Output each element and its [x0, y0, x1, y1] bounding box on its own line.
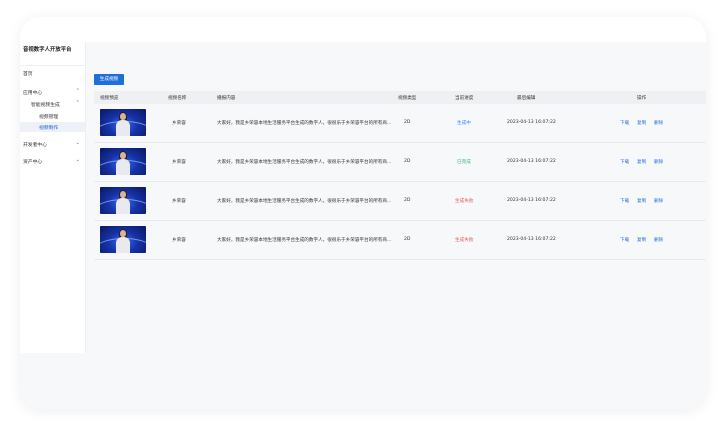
chevron-down-icon: ⌄: [75, 157, 80, 163]
chevron-up-icon: ⌃: [75, 100, 80, 106]
table-row: 乡荣容 大家好，我是乡荣容本地生活服务平台生成的数字人，很很乐于乡荣容平台的所有…: [94, 143, 706, 182]
sidebar-item-developer-center[interactable]: 开发者中心 ⌄: [20, 139, 85, 149]
delete-button[interactable]: 删除: [654, 237, 663, 243]
column-header-actions: 操作: [637, 96, 647, 101]
sidebar-item-label: 应用中心: [23, 91, 43, 96]
column-header-type: 视频类型: [398, 96, 417, 101]
column-header-edited: 最后编辑: [517, 96, 536, 101]
top-bar: [20, 17, 706, 42]
copy-button[interactable]: 复制: [637, 159, 646, 165]
status-badge: 已完成: [457, 160, 471, 165]
sidebar-item-label: 首页: [23, 72, 33, 77]
sidebar-item-asset-center[interactable]: 资产中心 ⌄: [20, 156, 85, 166]
download-button[interactable]: 下载: [620, 198, 629, 204]
edited-time: 2023-04-13 16:07:22: [507, 159, 556, 164]
delete-button[interactable]: 删除: [654, 120, 663, 126]
sidebar-item-label: 智能视频生成: [31, 103, 60, 108]
download-button[interactable]: 下载: [620, 120, 629, 126]
video-name: 乡荣容: [172, 121, 186, 126]
table-row: 乡荣容 大家好，我是乡荣容本地生活服务平台生成的数字人，很很乐于乡荣容平台的所有…: [94, 221, 706, 260]
video-content: 大家好，我是乡荣容本地生活服务平台生成的数字人，很很乐于乡荣容平台的所有商...: [217, 121, 392, 126]
video-type: 2D: [404, 159, 411, 164]
column-header-progress: 当前进度: [455, 96, 474, 101]
table-row: 乡荣容 大家好，我是乡荣容本地生活服务平台生成的数字人，很很乐于乡荣容平台的所有…: [94, 104, 706, 143]
video-type: 2D: [404, 237, 411, 242]
sidebar-item-label: 视频制作: [39, 126, 59, 131]
sidebar-item-label: 视频管理: [39, 115, 59, 120]
video-type: 2D: [404, 120, 411, 125]
video-name: 乡荣容: [172, 199, 186, 204]
table-header: 视频预览 视频名称 播报内容 视频类型 当前进度 最后编辑 操作: [94, 91, 706, 104]
column-header-preview: 视频预览: [100, 96, 119, 101]
column-header-content: 播报内容: [217, 96, 236, 101]
digital-human-thumbnail[interactable]: [100, 148, 146, 175]
digital-human-thumbnail[interactable]: [100, 109, 146, 136]
sidebar-item-label: 资产中心: [23, 160, 43, 165]
video-name: 乡荣容: [172, 160, 186, 165]
download-button[interactable]: 下载: [620, 159, 629, 165]
download-button[interactable]: 下载: [620, 237, 629, 243]
status-badge: 生成失败: [455, 238, 474, 243]
sidebar: 音视数字人开放平台 首页 应用中心 ⌃ 智能视频生成 ⌃ 视频管理 视频制作 开…: [20, 42, 86, 353]
table-row: 乡荣容 大家好，我是乡荣容本地生活服务平台生成的数字人，很很乐于乡荣容平台的所有…: [94, 182, 706, 221]
copy-button[interactable]: 复制: [637, 198, 646, 204]
main-content: 生成视频 视频预览 视频名称 播报内容 视频类型 当前进度 最后编辑 操作 乡荣…: [86, 42, 706, 409]
digital-human-thumbnail[interactable]: [100, 187, 146, 214]
sidebar-item-video-manage[interactable]: 视频管理: [20, 111, 85, 121]
edited-time: 2023-04-13 16:07:22: [507, 120, 556, 125]
sidebar-item-video-make[interactable]: 视频制作: [20, 122, 85, 132]
edited-time: 2023-04-13 16:07:22: [507, 237, 556, 242]
edited-time: 2023-04-13 16:07:22: [507, 198, 556, 203]
sidebar-item-label: 开发者中心: [23, 143, 47, 148]
video-content: 大家好，我是乡荣容本地生活服务平台生成的数字人，很很乐于乡荣容平台的所有商...: [217, 160, 392, 165]
sidebar-item-home[interactable]: 首页: [20, 68, 85, 78]
digital-human-thumbnail[interactable]: [100, 226, 146, 253]
status-badge: 生成失败: [455, 199, 474, 204]
status-badge: 生成中: [457, 121, 471, 126]
delete-button[interactable]: 删除: [654, 159, 663, 165]
chevron-down-icon: ⌄: [75, 140, 80, 146]
sidebar-item-app-center[interactable]: 应用中心 ⌃: [20, 87, 85, 97]
video-content: 大家好，我是乡荣容本地生活服务平台生成的数字人，很很乐于乡荣容平台的所有商...: [217, 199, 392, 204]
chevron-up-icon: ⌃: [75, 88, 80, 94]
delete-button[interactable]: 删除: [654, 198, 663, 204]
generate-video-button[interactable]: 生成视频: [94, 74, 124, 85]
app-window: 音视数字人开放平台 首页 应用中心 ⌃ 智能视频生成 ⌃ 视频管理 视频制作 开…: [20, 17, 706, 409]
column-header-name: 视频名称: [168, 96, 187, 101]
sidebar-item-smart-video[interactable]: 智能视频生成 ⌃: [20, 99, 85, 109]
video-content: 大家好，我是乡荣容本地生活服务平台生成的数字人，很很乐于乡荣容平台的所有商...: [217, 238, 392, 243]
sidebar-divider: [20, 65, 85, 66]
app-title: 音视数字人开放平台: [23, 47, 72, 53]
video-type: 2D: [404, 198, 411, 203]
video-name: 乡荣容: [172, 238, 186, 243]
copy-button[interactable]: 复制: [637, 237, 646, 243]
copy-button[interactable]: 复制: [637, 120, 646, 126]
